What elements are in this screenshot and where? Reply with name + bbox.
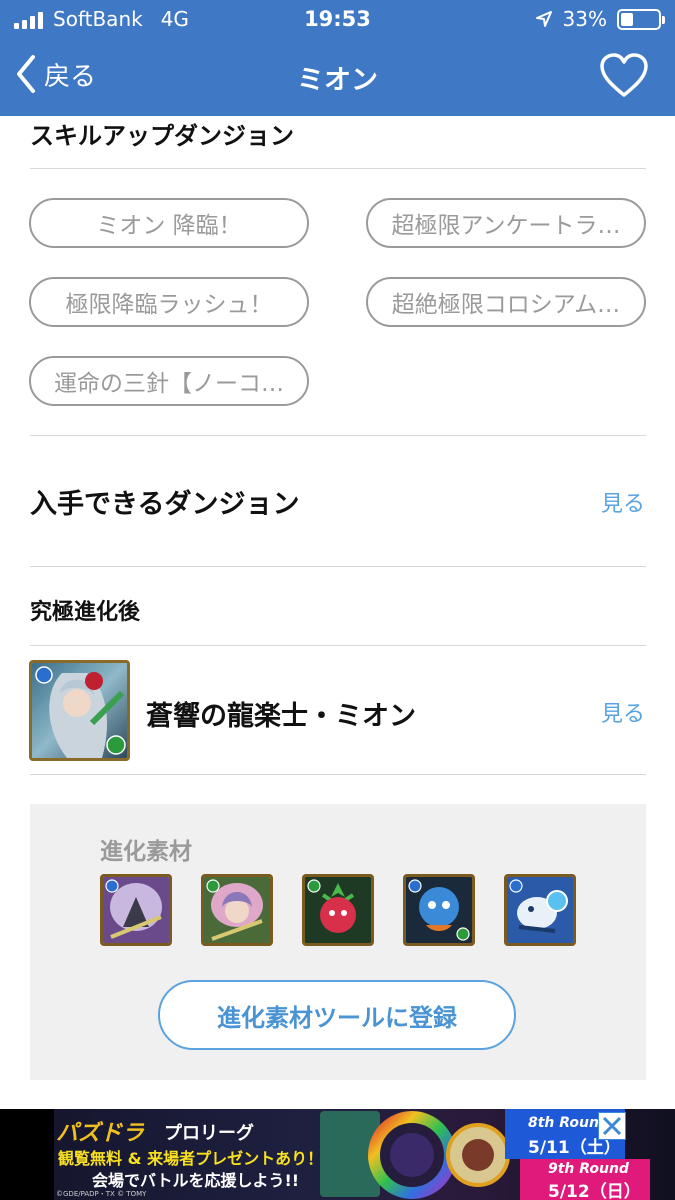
monster-thumbnail <box>29 660 130 761</box>
divider <box>30 645 646 646</box>
skill-up-chip-1[interactable]: ミオン 降臨！ <box>29 198 309 248</box>
material-icon-3[interactable] <box>302 874 374 946</box>
material-icon-2[interactable] <box>201 874 273 946</box>
battery-icon <box>617 8 665 30</box>
ad-logo: パズドラ <box>56 1121 145 1146</box>
skill-up-chip-5[interactable]: 運命の三針【ノーコ… <box>29 356 309 406</box>
dungeons-heading: 入手できるダンジョン <box>30 489 300 520</box>
material-icon-1[interactable] <box>100 874 172 946</box>
ad-copyright: ©GDE/PADP・TX © TOMY <box>56 1190 147 1198</box>
materials-label: 進化素材 <box>100 839 192 865</box>
close-icon[interactable] <box>598 1112 626 1140</box>
material-icon-5[interactable] <box>504 874 576 946</box>
skill-up-chip-2[interactable]: 超極限アンケートラ… <box>366 198 646 248</box>
monster-name: 蒼響の龍楽士・ミオン <box>146 701 416 732</box>
material-icon-4[interactable] <box>403 874 475 946</box>
ultimate-heading: 究極進化後 <box>30 600 141 625</box>
monster-portrait-icon <box>32 663 127 758</box>
divider <box>30 168 646 169</box>
ad-league: プロリーグ <box>164 1123 254 1144</box>
divider <box>30 435 646 436</box>
ad-round2: 9th Round <box>548 1161 629 1177</box>
ultimate-see-link[interactable]: 見る <box>601 696 645 728</box>
dungeons-see-link[interactable]: 見る <box>601 486 645 518</box>
top-bar: SoftBank 4G 19:53 33% 戻る ミオン <box>0 0 675 116</box>
divider <box>30 566 646 567</box>
ad-line2: 会場でバトルを応援しよう!! <box>92 1171 300 1190</box>
skill-up-chip-3[interactable]: 極限降臨ラッシュ！ <box>29 277 309 327</box>
skill-up-chip-4[interactable]: 超絶極限コロシアム… <box>366 277 646 327</box>
skill-up-heading: スキルアップダンジョン <box>30 122 294 150</box>
ad-date2: 5/12（日） <box>548 1182 641 1200</box>
heart-outline-icon[interactable] <box>599 52 649 98</box>
nav-bar: 戻る ミオン <box>0 38 675 116</box>
location-arrow-icon <box>535 11 552 27</box>
battery-percent: 33% <box>562 7 607 31</box>
page-title: ミオン <box>297 65 378 96</box>
divider <box>30 774 646 775</box>
evolution-materials-panel: 進化素材 進化素材ツールに登録 <box>30 804 646 1080</box>
status-bar: SoftBank 4G 19:53 33% <box>0 0 675 38</box>
ad-banner[interactable]: パズドラ プロリーグ 観覧無料 & 来場者プレゼントあり！ 会場でバトルを応援し… <box>0 1109 675 1200</box>
ad-line1: 観覧無料 & 来場者プレゼントあり！ <box>58 1149 324 1168</box>
register-materials-button[interactable]: 進化素材ツールに登録 <box>158 980 516 1050</box>
ad-round1: 8th Round <box>528 1115 609 1131</box>
